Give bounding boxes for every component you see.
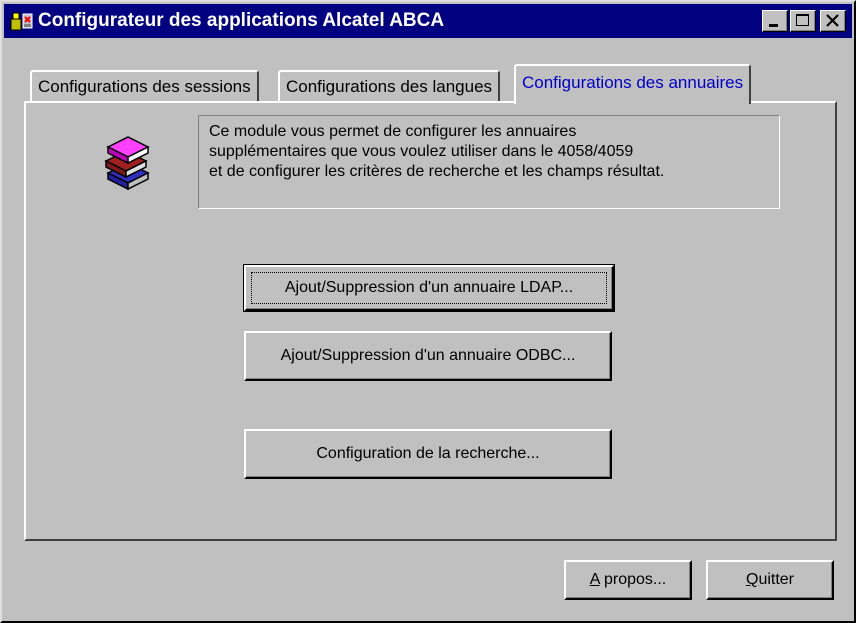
maximize-button[interactable] xyxy=(790,10,816,32)
quit-button[interactable]: Quitter xyxy=(706,560,834,600)
minimize-button[interactable] xyxy=(762,10,788,32)
tab-sessions[interactable]: Configurations des sessions xyxy=(30,70,259,102)
minimize-icon xyxy=(769,24,778,27)
tab-languages[interactable]: Configurations des langues xyxy=(278,70,501,102)
search-button-label: Configuration de la recherche... xyxy=(316,445,540,462)
ldap-button-label: Ajout/Suppression d'un annuaire LDAP... xyxy=(284,279,574,296)
about-button-label: A propos... xyxy=(590,571,667,588)
books-icon xyxy=(104,136,150,191)
ldap-directory-button[interactable]: Ajout/Suppression d'un annuaire LDAP... xyxy=(243,264,615,312)
search-config-button[interactable]: Configuration de la recherche... xyxy=(244,429,612,479)
description-line: et de configurer les critères de recherc… xyxy=(209,163,665,180)
tab-directories[interactable]: Configurations des annuaires xyxy=(514,64,752,104)
close-button[interactable] xyxy=(820,10,846,32)
about-mnemonic: A xyxy=(589,571,600,588)
app-icon[interactable] xyxy=(10,10,34,32)
about-button[interactable]: A propos... xyxy=(564,560,692,600)
odbc-directory-button[interactable]: Ajout/Suppression d'un annuaire ODBC... xyxy=(244,331,612,381)
description-line: supplémentaires que vous voulez utiliser… xyxy=(209,143,634,160)
maximize-icon xyxy=(796,14,809,26)
window-title: Configurateur des applications Alcatel A… xyxy=(38,10,445,31)
description-line: Ce module vous permet de configurer les … xyxy=(209,123,577,140)
app-window: Configurateur des applications Alcatel A… xyxy=(0,0,856,623)
quit-label-rest: uitter xyxy=(758,571,795,588)
odbc-button-label: Ajout/Suppression d'un annuaire ODBC... xyxy=(280,347,576,364)
tab-panel-directories: Ce module vous permet de configurer les … xyxy=(24,101,837,541)
quit-button-label: Quitter xyxy=(746,571,794,588)
description-box: Ce module vous permet de configurer les … xyxy=(198,115,780,209)
about-label-rest: propos... xyxy=(599,571,667,588)
title-bar[interactable]: Configurateur des applications Alcatel A… xyxy=(4,4,852,38)
quit-mnemonic: Q xyxy=(745,571,759,588)
close-icon xyxy=(826,14,839,27)
